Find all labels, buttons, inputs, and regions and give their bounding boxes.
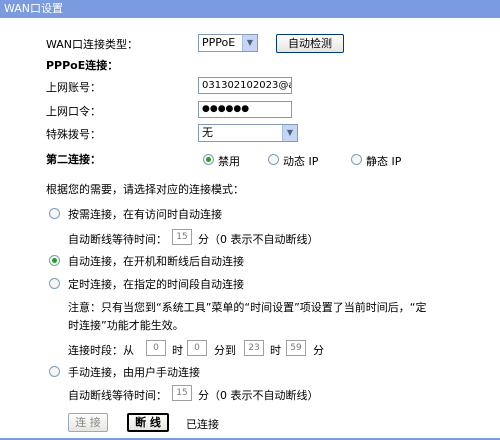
mode-on-demand-radio[interactable] bbox=[49, 208, 60, 219]
period-hour-label-2: 时 bbox=[270, 344, 281, 357]
connection-status: 已连接 bbox=[186, 418, 219, 431]
wan-type-select[interactable]: PPPoE ▼ bbox=[198, 34, 258, 52]
mode-manual-radio[interactable] bbox=[49, 366, 60, 377]
disconnect-button[interactable]: 断 线 bbox=[127, 413, 169, 432]
password-label: 上网口令： bbox=[46, 105, 101, 118]
mode-on-demand-label: 按需连接，在有访问时自动连接 bbox=[68, 208, 222, 221]
chevron-down-icon: ▼ bbox=[242, 35, 257, 51]
idle-time-suffix: 分（0 表示不自动断线） bbox=[198, 233, 319, 246]
auto-detect-button[interactable]: 自动检测 bbox=[276, 34, 344, 53]
period-from-minute-input[interactable]: 0 bbox=[187, 340, 207, 356]
period-from-hour-input[interactable]: 0 bbox=[146, 340, 166, 356]
dial-label: 特殊拨号： bbox=[46, 128, 101, 141]
pppoe-heading: PPPoE连接： bbox=[46, 59, 119, 72]
idle-time-input[interactable]: 15 bbox=[172, 229, 192, 245]
mode-timed-radio[interactable] bbox=[49, 278, 60, 289]
second-static-radio[interactable] bbox=[351, 154, 362, 165]
second-dynamic-radio[interactable] bbox=[268, 154, 279, 165]
second-dynamic-label: 动态 IP bbox=[283, 155, 319, 168]
idle-time-input-2[interactable]: 15 bbox=[172, 385, 192, 401]
second-static-label: 静态 IP bbox=[366, 155, 402, 168]
period-mid-label: 分到 bbox=[214, 344, 236, 357]
period-minute-label: 分 bbox=[313, 344, 324, 357]
mode-timed-label: 定时连接，在指定的时间段自动连接 bbox=[68, 278, 244, 291]
period-to-minute-input[interactable]: 59 bbox=[286, 340, 306, 356]
dial-select[interactable]: 无 ▼ bbox=[198, 124, 298, 142]
idle-time-label-2: 自动断线等待时间： bbox=[68, 389, 167, 402]
password-input[interactable]: ●●●●●● bbox=[198, 101, 292, 118]
second-connection-label: 第二连接： bbox=[46, 153, 101, 166]
account-label: 上网账号： bbox=[46, 81, 101, 94]
note-line-1: 注意：只有当您到“系统工具”菜单的“时间设置”项设置了当前时间后，“定 bbox=[68, 301, 427, 314]
second-disable-label: 禁用 bbox=[218, 155, 240, 168]
period-hour-label: 时 bbox=[172, 344, 183, 357]
mode-auto-label: 自动连接，在开机和断线后自动连接 bbox=[68, 255, 244, 268]
wan-type-label: WAN口连接类型： bbox=[46, 38, 139, 51]
idle-time-suffix-2: 分（0 表示不自动断线） bbox=[198, 389, 319, 402]
idle-time-label: 自动断线等待时间： bbox=[68, 233, 167, 246]
page-title: WAN口设置 bbox=[4, 2, 64, 15]
mode-auto-radio[interactable] bbox=[49, 255, 60, 266]
account-input[interactable]: 031302102023@ads bbox=[198, 77, 292, 94]
wan-type-value: PPPoE bbox=[202, 36, 236, 49]
period-prefix: 连接时段：从 bbox=[68, 344, 134, 357]
mode-manual-label: 手动连接，由用户手动连接 bbox=[68, 366, 200, 379]
dial-value: 无 bbox=[202, 126, 213, 139]
connect-button[interactable]: 连 接 bbox=[68, 413, 108, 432]
period-to-hour-input[interactable]: 23 bbox=[244, 340, 264, 356]
title-bar: WAN口设置 bbox=[0, 0, 500, 18]
note-line-2: 时连接”功能才能生效。 bbox=[68, 319, 184, 332]
chevron-down-icon: ▼ bbox=[282, 125, 297, 141]
mode-prompt: 根据您的需要，请选择对应的连接模式： bbox=[46, 183, 244, 196]
second-disable-radio[interactable] bbox=[203, 154, 214, 165]
